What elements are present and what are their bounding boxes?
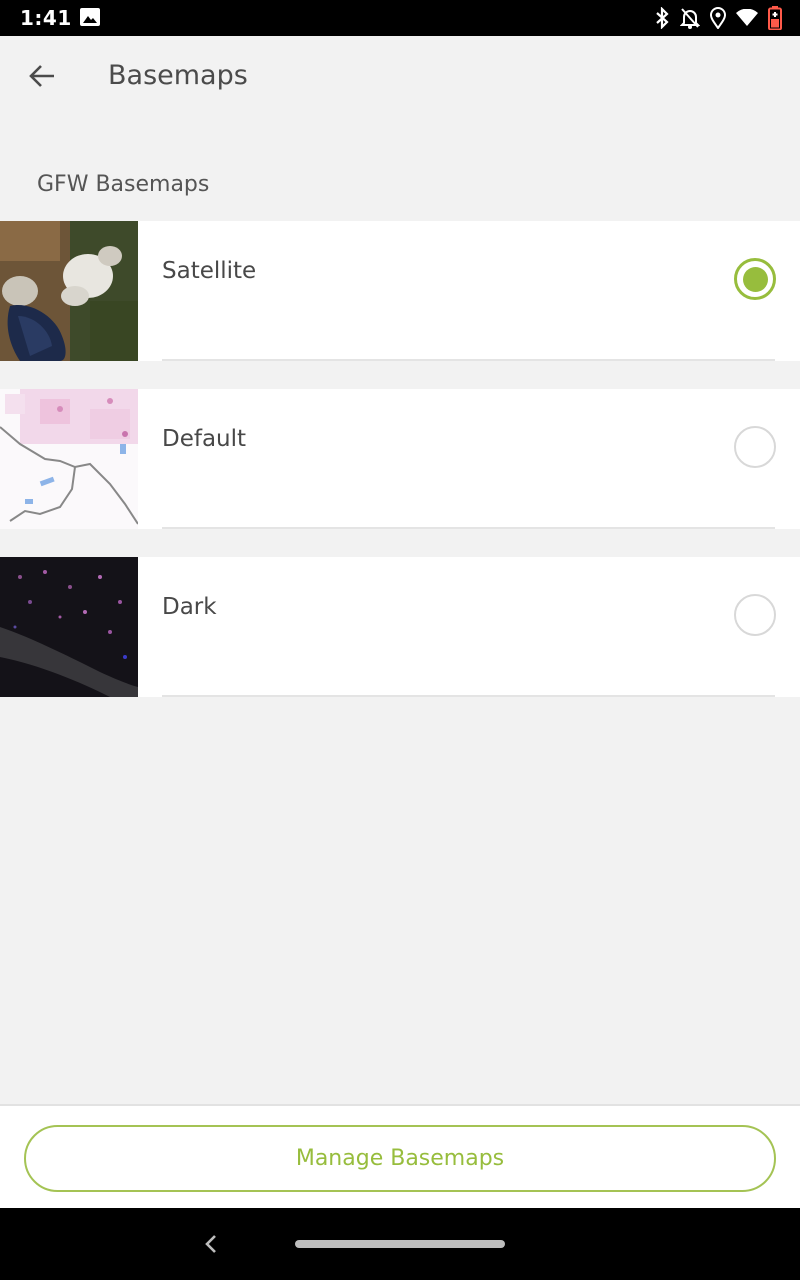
app-bar: Basemaps	[0, 36, 800, 120]
dark-thumbnail	[0, 557, 138, 697]
bottom-panel: Manage Basemaps	[0, 1104, 800, 1208]
basemap-item-dark[interactable]: Dark	[0, 557, 800, 697]
navigation-bar	[0, 1208, 800, 1280]
home-pill-icon[interactable]	[295, 1240, 505, 1248]
bluetooth-icon	[654, 7, 670, 29]
battery-icon	[768, 6, 782, 30]
status-bar: 1:41	[0, 0, 800, 36]
section-header: GFW Basemaps	[37, 172, 210, 197]
nav-back-icon[interactable]	[200, 1230, 224, 1258]
radio-button-satellite[interactable]	[734, 258, 776, 300]
arrow-back-icon	[28, 64, 56, 92]
wifi-icon	[736, 9, 758, 27]
radio-button-dark[interactable]	[734, 594, 776, 636]
notifications-off-icon	[680, 7, 700, 29]
back-button[interactable]	[22, 58, 62, 98]
radio-button-default[interactable]	[734, 426, 776, 468]
divider	[162, 359, 775, 361]
location-icon	[710, 7, 726, 29]
manage-basemaps-button[interactable]: Manage Basemaps	[24, 1125, 776, 1192]
basemap-label: Satellite	[162, 258, 257, 284]
divider	[162, 527, 775, 529]
image-icon	[80, 8, 100, 26]
status-time: 1:41	[20, 6, 72, 30]
page-title: Basemaps	[108, 60, 248, 91]
divider	[162, 695, 775, 697]
basemap-label: Default	[162, 426, 247, 452]
status-icons	[654, 6, 782, 30]
basemap-label: Dark	[162, 594, 217, 620]
default-thumbnail	[0, 389, 138, 529]
basemap-item-default[interactable]: Default	[0, 389, 800, 529]
satellite-thumbnail	[0, 221, 138, 361]
basemap-item-satellite[interactable]: Satellite	[0, 221, 800, 361]
